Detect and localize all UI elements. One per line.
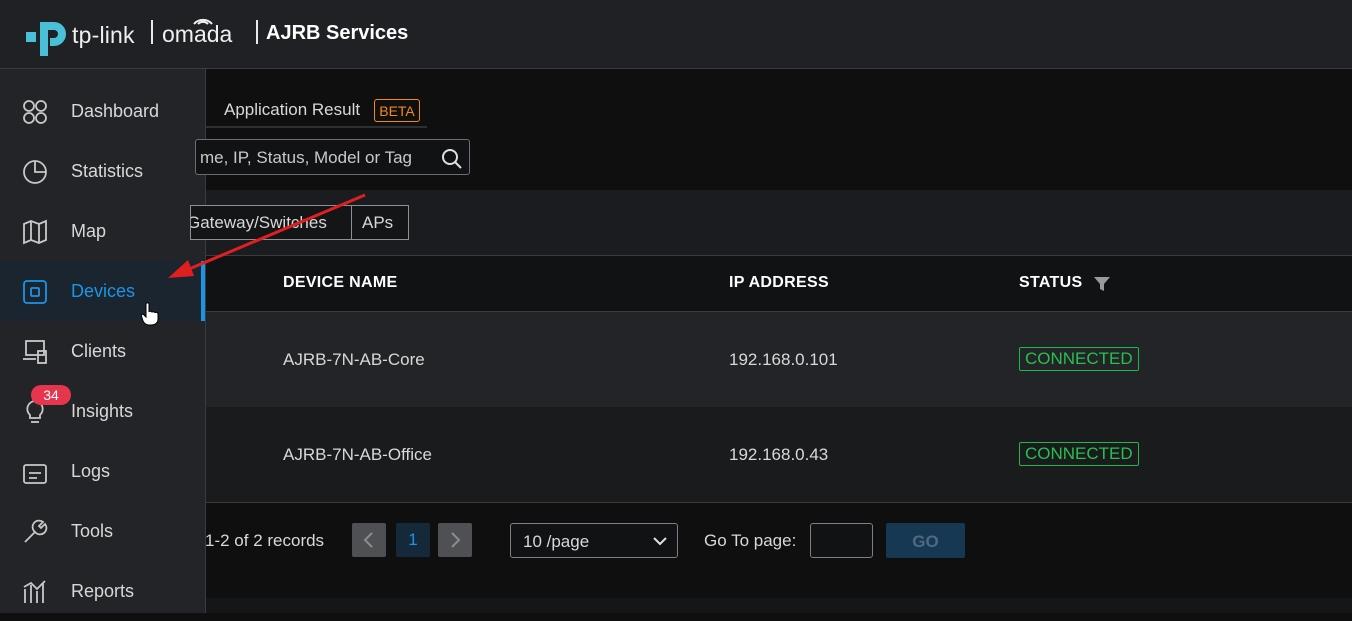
page-size-value: 10 /page [523,532,590,551]
goto-page-label: Go To page: [704,531,797,550]
sidebar-item-label: Logs [71,461,111,481]
devices-icon [23,280,47,304]
chevron-left-icon [363,532,373,548]
logs-icon [23,464,47,484]
tab-application-result[interactable]: Application Result [224,100,360,120]
goto-page-input[interactable] [810,523,873,558]
sidebar-item-dashboard[interactable]: Dashboard [0,81,205,141]
sidebar-item-clients[interactable]: Clients [0,321,205,381]
reports-icon [23,580,46,603]
page-number-button[interactable]: 1 [396,523,430,557]
divider [151,20,153,44]
device-name-cell[interactable]: AJRB-7N-AB-Office [283,445,432,465]
divider [256,20,258,44]
sidebar-item-label: Devices [71,281,136,301]
dashboard-icon [23,100,47,124]
sidebar-item-reports[interactable]: Reports [0,561,205,621]
hand-cursor-icon [141,302,159,326]
device-name-cell[interactable]: AJRB-7N-AB-Core [283,350,425,370]
table-row[interactable]: AJRB-7N-AB-Office 192.168.0.43 CONNECTED [206,407,1352,503]
chevron-down-icon [653,537,667,546]
annotation-arrow-icon [168,193,366,278]
sidebar-item-tools[interactable]: Tools [0,501,205,561]
sidebar-item-logs[interactable]: Logs [0,441,205,501]
sidebar: Dashboard Statistics Map Devices Clients… [0,69,206,613]
sidebar-item-label: Insights [71,401,134,421]
wrench-icon [24,519,48,543]
table-row[interactable]: AJRB-7N-AB-Core 192.168.0.101 CONNECTED [206,312,1352,407]
search-icon[interactable] [441,148,463,170]
pie-chart-icon [23,160,47,184]
sidebar-item-label: Clients [71,341,127,361]
map-icon [23,219,47,245]
sidebar-item-insights[interactable]: Insights [0,381,205,441]
status-badge: CONNECTED [1019,347,1139,371]
prev-page-button[interactable] [352,523,386,557]
bottom-strip [206,598,1352,613]
sidebar-item-label: Reports [71,581,135,601]
column-header-status[interactable]: STATUS [1019,274,1082,292]
records-count: 1-2 of 2 records [205,531,325,550]
tp-link-logo [26,22,66,56]
wifi-mark-icon [193,18,213,25]
column-header-ip-address[interactable]: IP ADDRESS [729,274,829,292]
sidebar-item-label: Map [71,221,107,241]
sidebar-item-label: Statistics [71,161,144,181]
ip-address-cell: 192.168.0.101 [729,350,838,369]
site-selector[interactable]: AJRB Services [266,22,408,45]
logs-count-badge: 34 [31,385,71,405]
brand-name: tp-link [72,22,135,48]
next-page-button[interactable] [438,523,472,557]
page-size-select[interactable]: 10 /page [510,523,678,558]
ip-address-cell: 192.168.0.43 [729,445,829,464]
filter-funnel-icon[interactable] [1094,277,1110,291]
top-bar: tp-link omada AJRB Services [0,0,1352,69]
beta-badge: BETA [374,99,420,122]
search-input[interactable]: me, IP, Status, Model or Tag [195,139,470,175]
sidebar-item-label: Tools [71,521,114,541]
chevron-right-icon [451,532,461,548]
search-placeholder: me, IP, Status, Model or Tag [200,148,412,167]
tab-underline [206,126,427,128]
status-badge: CONNECTED [1019,442,1139,466]
clients-icon [23,340,47,364]
go-button[interactable]: GO [886,523,965,558]
sidebar-item-label: Dashboard [71,101,160,121]
